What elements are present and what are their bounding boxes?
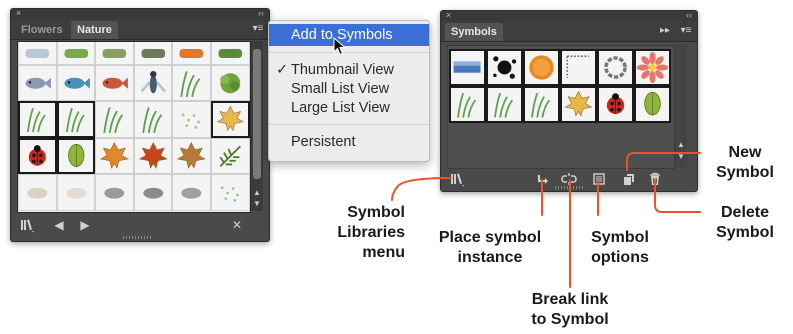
callout-text: menu	[362, 244, 405, 261]
callout-text: Break link	[531, 291, 609, 308]
callout-text: Symbol	[347, 204, 405, 221]
callout-text: to Symbol	[531, 311, 609, 328]
callout-symbol-libraries: Symbol Libraries menu	[300, 203, 405, 263]
callout-text: options	[591, 249, 649, 266]
callout-lines	[391, 152, 701, 288]
callout-text: Symbol	[716, 224, 774, 241]
callout-text: Delete	[720, 204, 770, 221]
callout-text: Libraries	[337, 224, 405, 241]
callout-line-new	[626, 152, 701, 171]
callout-delete-symbol: Delete Symbol	[700, 203, 790, 243]
callout-line-libraries	[391, 177, 452, 201]
callout-text: Symbol	[716, 164, 774, 181]
callout-text: New	[728, 144, 762, 161]
callout-symbol-options: Symbol options	[580, 228, 660, 268]
callout-place-instance: Place symbol instance	[430, 228, 550, 268]
callout-break-link: Break link to Symbol	[515, 290, 625, 330]
callout-text: Place symbol	[438, 229, 542, 246]
callout-line-delete	[654, 179, 701, 213]
callout-text: instance	[457, 249, 523, 266]
callout-new-symbol: New Symbol	[700, 143, 790, 183]
callout-text: Symbol	[591, 229, 649, 246]
